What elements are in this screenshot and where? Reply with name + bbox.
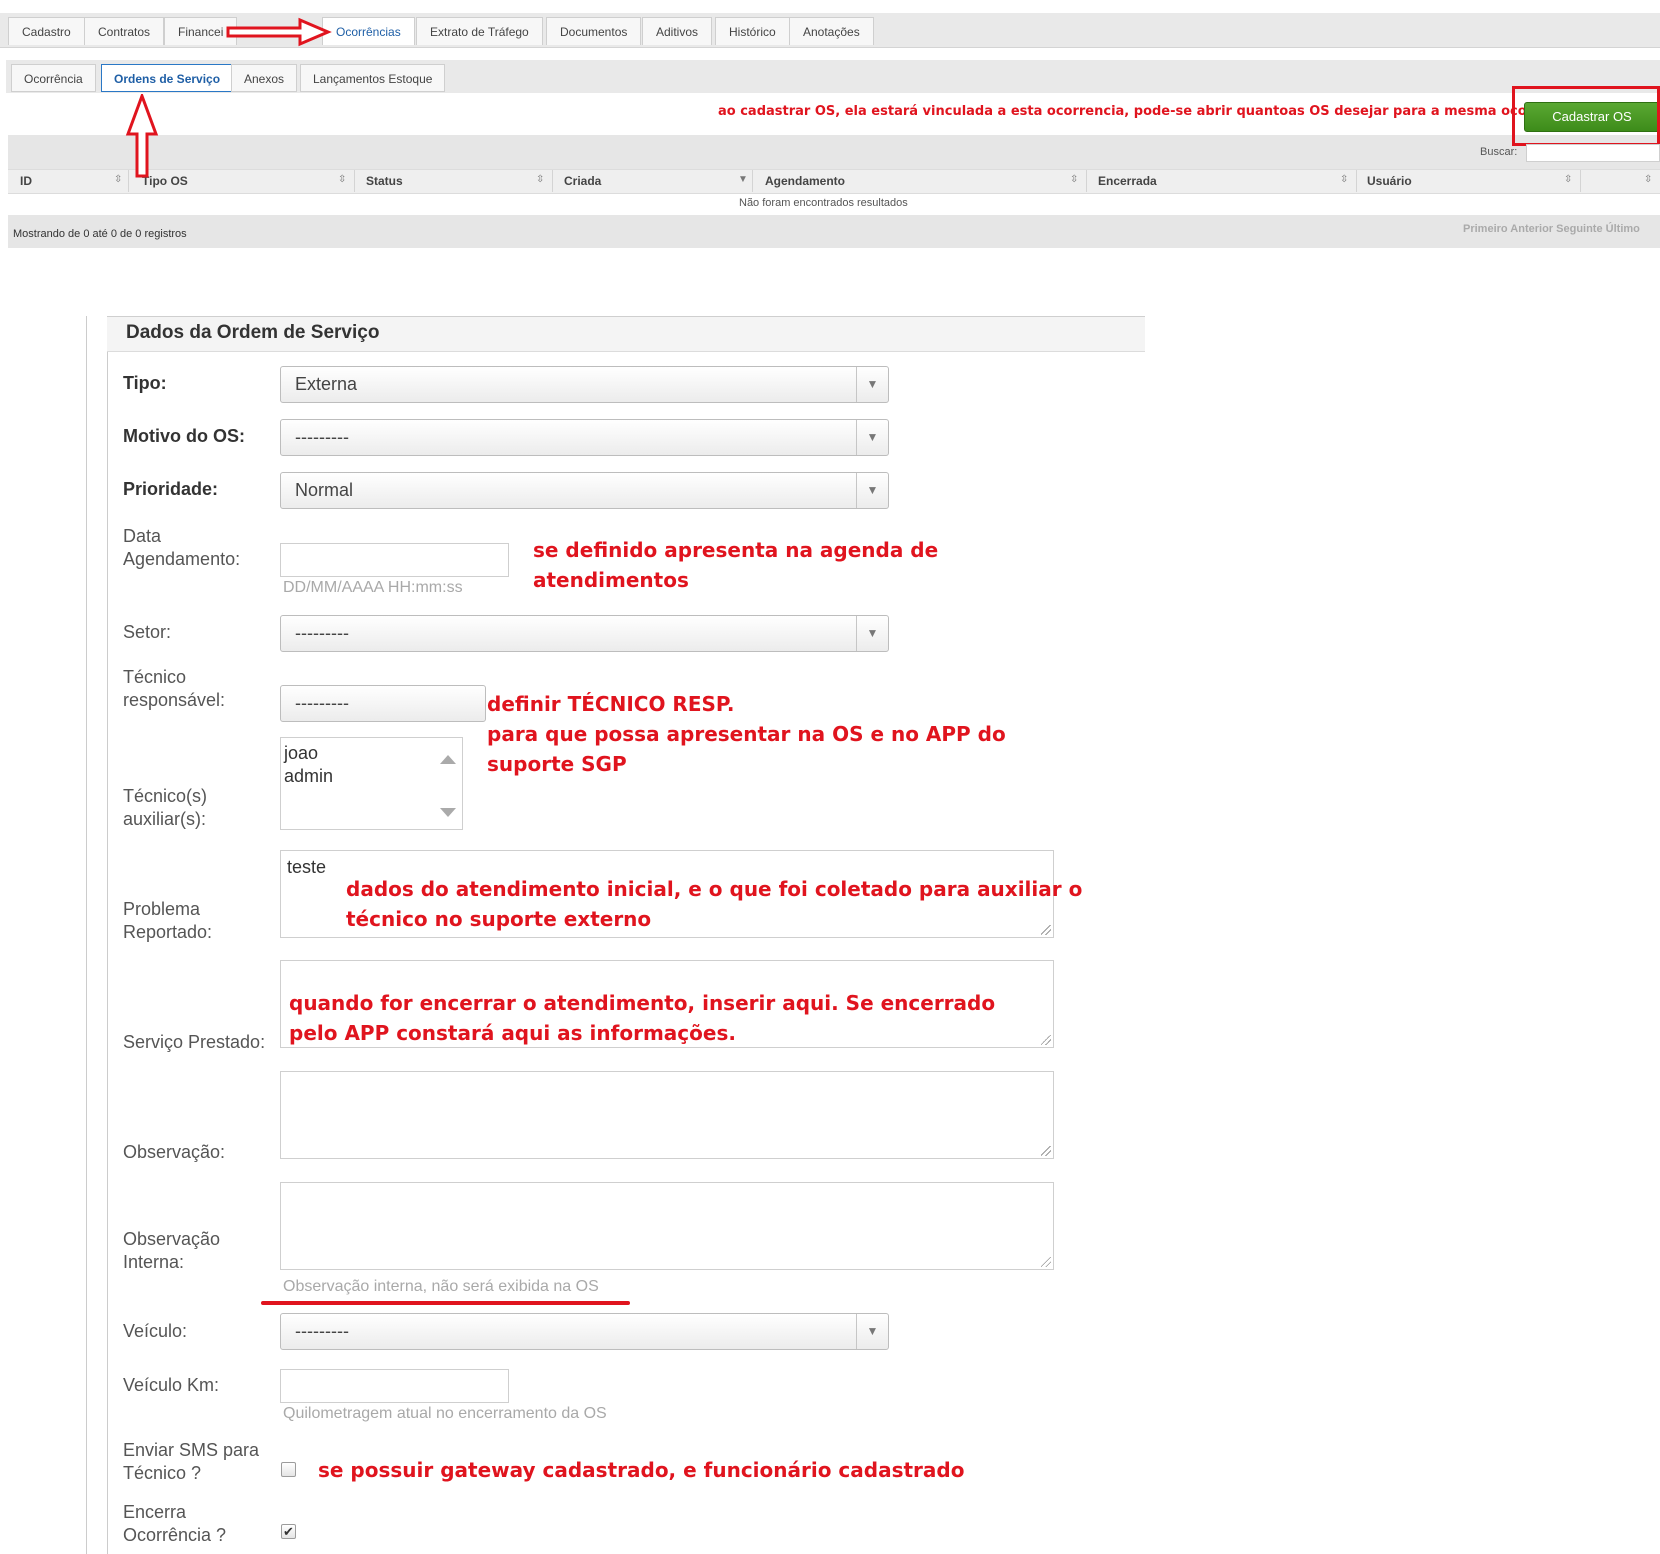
obs-interna-hint: Observação interna, não será exibida na … — [283, 1278, 599, 1295]
encerra-label: Encerra Ocorrência ? — [123, 1502, 227, 1545]
setor-label: Setor: — [123, 622, 172, 642]
obs-interna-textarea[interactable] — [280, 1182, 1054, 1270]
tab-extrato-trafego[interactable]: Extrato de Tráfego — [416, 17, 543, 45]
table-info: Mostrando de 0 até 0 de 0 registros — [13, 228, 187, 240]
sms-annotation: se possuir gateway cadastrado, e funcion… — [318, 1458, 965, 1482]
veiculo-km-input[interactable] — [280, 1369, 509, 1403]
chevron-down-icon: ▼ — [856, 1314, 888, 1349]
subtab-lancamentos-estoque[interactable]: Lançamentos Estoque — [300, 64, 446, 92]
veiculo-km-hint: Quilometragem atual no encerramento da O… — [283, 1405, 607, 1422]
motivo-label: Motivo do OS: — [123, 426, 245, 446]
pagination: Primeiro Anterior Seguinte Último — [1463, 223, 1640, 235]
veiculo-label: Veículo: — [123, 1321, 188, 1341]
tab-documentos[interactable]: Documentos — [546, 17, 642, 45]
tab-cadastro[interactable]: Cadastro — [8, 17, 85, 45]
motivo-select[interactable]: --------- ▼ — [280, 419, 889, 456]
form-title: Dados da Ordem de Serviço — [126, 322, 380, 343]
annotation-arrow-up-icon — [125, 94, 159, 178]
sort-icon[interactable]: ⇳ — [1644, 174, 1652, 185]
resize-handle-icon[interactable] — [1041, 1146, 1051, 1156]
scroll-down-icon[interactable] — [440, 808, 456, 817]
subtab-anexos[interactable]: Anexos — [231, 64, 298, 92]
chevron-down-icon: ▼ — [856, 473, 888, 508]
col-criada[interactable]: Criada — [564, 174, 601, 188]
problema-annotation: dados do atendimento inicial, e o que fo… — [346, 877, 1083, 931]
chevron-down-icon: ▼ — [856, 616, 888, 651]
obs-interna-label: Observação Interna: — [123, 1229, 221, 1272]
page-next[interactable]: Seguinte — [1556, 223, 1602, 235]
page-prev[interactable]: Anterior — [1510, 223, 1553, 235]
annotation-highlight-box — [1512, 86, 1660, 146]
sort-icon[interactable]: ⇳ — [338, 174, 346, 185]
data-agendamento-input[interactable] — [280, 543, 509, 577]
auxiliares-multiselect[interactable]: joao admin — [280, 737, 463, 830]
list-item[interactable]: joao — [284, 742, 318, 765]
empty-table-message: Não foram encontrados resultados — [739, 197, 908, 209]
problema-label: Problema Reportado: — [123, 899, 213, 942]
prioridade-select[interactable]: Normal ▼ — [280, 472, 889, 509]
sort-icon[interactable]: ⇳ — [1564, 174, 1572, 185]
page-last[interactable]: Último — [1606, 223, 1640, 235]
sort-icon[interactable]: ⇳ — [536, 174, 544, 185]
setor-select[interactable]: --------- ▼ — [280, 615, 889, 652]
resize-handle-icon[interactable] — [1041, 1257, 1051, 1267]
search-label: Buscar: — [1480, 146, 1518, 158]
tipo-select[interactable]: Externa ▼ — [280, 366, 889, 403]
servico-annotation: quando for encerrar o atendimento, inser… — [289, 991, 996, 1045]
sort-icon[interactable]: ⇳ — [1340, 174, 1348, 185]
check-icon: ✔ — [283, 1524, 294, 1539]
tab-anotacoes[interactable]: Anotações — [789, 17, 874, 45]
data-agendamento-label: Data Agendamento: — [123, 526, 241, 569]
subtab-ocorrencia[interactable]: Ocorrência — [11, 64, 96, 92]
tab-aditivos[interactable]: Aditivos — [642, 17, 713, 45]
list-item[interactable]: admin — [284, 765, 333, 788]
search-input[interactable] — [1526, 144, 1660, 162]
annotation-underline — [261, 1301, 630, 1305]
sort-desc-icon[interactable]: ▼ — [738, 174, 748, 185]
enviar-sms-checkbox[interactable] — [281, 1462, 296, 1477]
col-agendamento[interactable]: Agendamento — [765, 174, 845, 188]
tab-ocorrencias[interactable]: Ocorrências — [322, 17, 415, 45]
tab-historico[interactable]: Histórico — [715, 17, 790, 45]
enviar-sms-label: Enviar SMS para Técnico ? — [123, 1440, 260, 1483]
tecnico-annotation: definir TÉCNICO RESP. para que possa apr… — [487, 692, 1006, 776]
tipo-label: Tipo: — [123, 373, 167, 393]
tab-contratos[interactable]: Contratos — [84, 17, 165, 45]
sort-icon[interactable]: ⇳ — [1070, 174, 1078, 185]
observacao-label: Observação: — [123, 1142, 226, 1162]
scroll-up-icon[interactable] — [440, 755, 456, 764]
chevron-down-icon: ▼ — [856, 367, 888, 402]
tecnico-select[interactable]: --------- — [280, 685, 486, 722]
veiculo-select[interactable]: --------- ▼ — [280, 1313, 889, 1350]
auxiliares-label: Técnico(s) auxiliar(s): — [123, 786, 208, 829]
tecnico-label: Técnico responsável: — [123, 667, 226, 710]
page-first[interactable]: Primeiro — [1463, 223, 1508, 235]
observacao-textarea[interactable] — [280, 1071, 1054, 1159]
subtab-ordens-servico[interactable]: Ordens de Serviço — [101, 64, 234, 92]
sort-icon[interactable]: ⇳ — [114, 174, 122, 185]
data-agendamento-hint: DD/MM/AAAA HH:mm:ss — [283, 579, 463, 596]
servico-label: Serviço Prestado: — [123, 1032, 266, 1052]
agenda-annotation: se definido apresenta na agenda de atend… — [533, 538, 939, 592]
cadastrar-note: ao cadastrar OS, ela estará vinculada a … — [718, 104, 1584, 119]
col-id[interactable]: ID — [20, 174, 32, 188]
col-usuario[interactable]: Usuário — [1367, 174, 1412, 188]
table-footer — [8, 215, 1660, 248]
encerra-checkbox[interactable]: ✔ — [281, 1524, 296, 1539]
table-toolbar — [8, 135, 1660, 169]
resize-handle-icon[interactable] — [1041, 1035, 1051, 1045]
veiculo-km-label: Veículo Km: — [123, 1375, 220, 1395]
annotation-arrow-right-icon — [226, 17, 332, 47]
chevron-down-icon: ▼ — [856, 420, 888, 455]
prioridade-label: Prioridade: — [123, 479, 219, 499]
col-status[interactable]: Status — [366, 174, 403, 188]
scrollbar[interactable] — [432, 738, 462, 829]
col-encerrada[interactable]: Encerrada — [1098, 174, 1157, 188]
